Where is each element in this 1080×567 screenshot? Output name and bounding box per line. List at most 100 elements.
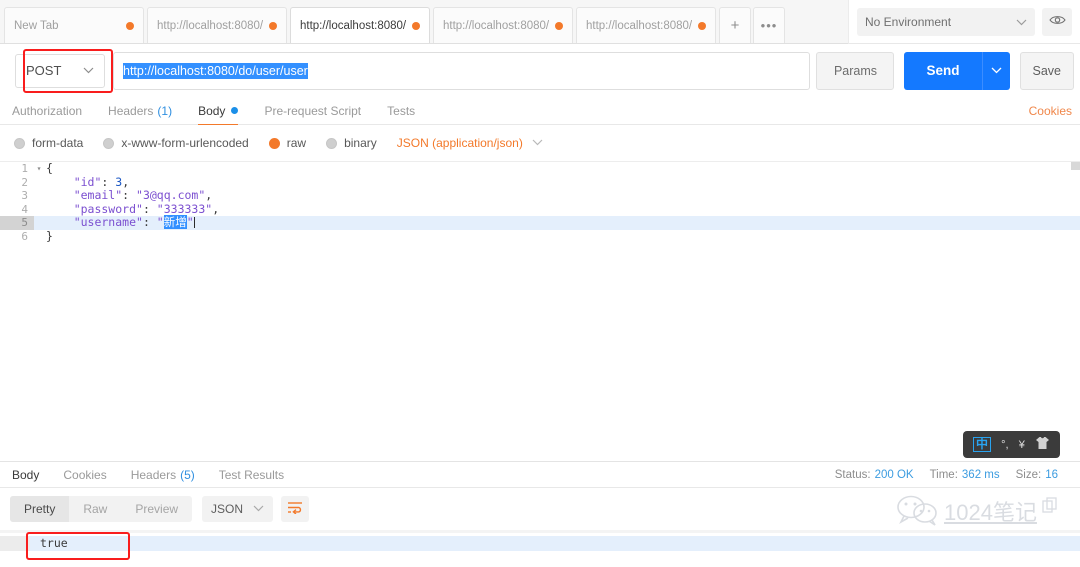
- radio-icon: [103, 137, 115, 149]
- tab-bar: New Tab http://localhost:8080/ http://lo…: [0, 0, 848, 44]
- ime-currency-toggle[interactable]: ¥: [1019, 439, 1025, 451]
- cookies-link[interactable]: Cookies: [1029, 104, 1072, 118]
- request-tab-3-active[interactable]: http://localhost:8080/: [290, 7, 430, 43]
- params-button[interactable]: Params: [816, 51, 895, 90]
- wrap-lines-button[interactable]: [281, 496, 310, 522]
- ellipsis-icon: •••: [760, 18, 778, 33]
- request-tab-label: http://localhost:8080/: [586, 19, 692, 32]
- request-tab-5[interactable]: http://localhost:8080/: [576, 7, 716, 43]
- line-number: 4: [0, 202, 34, 216]
- request-tab-label: http://localhost:8080/: [300, 19, 406, 32]
- tab-tests[interactable]: Tests: [387, 98, 415, 126]
- time-label: Time:: [929, 468, 958, 481]
- body-type-urlencoded[interactable]: x-www-form-urlencoded: [103, 136, 249, 150]
- line-number: 2: [0, 175, 34, 189]
- unsaved-dot-icon: [555, 21, 563, 30]
- view-mode-pretty[interactable]: Pretty: [10, 496, 70, 522]
- view-mode-label: Pretty: [24, 502, 56, 516]
- selected-value: 新增: [163, 215, 187, 229]
- tab-label: Test Results: [218, 467, 285, 482]
- view-mode-raw[interactable]: Raw: [69, 496, 121, 522]
- request-tab-1[interactable]: New Tab: [4, 7, 144, 43]
- request-tab-label: http://localhost:8080/: [443, 19, 549, 32]
- response-tab-cookies[interactable]: Cookies: [63, 462, 106, 490]
- tab-more-options-button[interactable]: •••: [753, 7, 785, 43]
- tab-body[interactable]: Body: [198, 98, 239, 126]
- fold-toggle-icon[interactable]: ▾: [34, 162, 44, 176]
- code-text: }: [46, 228, 53, 243]
- tab-label: Headers: [130, 467, 177, 482]
- radio-selected-icon: [268, 137, 280, 149]
- tab-label: Headers: [108, 103, 154, 118]
- ime-punctuation-toggle[interactable]: °,: [1001, 439, 1008, 451]
- params-label: Params: [833, 63, 878, 78]
- environment-quick-look-button[interactable]: [1042, 7, 1072, 36]
- status-label: Status:: [834, 468, 871, 481]
- environment-selected-label: No Environment: [865, 14, 952, 29]
- size-value: 16: [1045, 468, 1058, 481]
- request-tab-label: http://localhost:8080/: [157, 19, 263, 32]
- url-input[interactable]: http://localhost:8080/do/user/user: [113, 51, 811, 90]
- method-selector-wrapper: POST: [6, 48, 113, 94]
- environment-bar: No Environment: [848, 0, 1080, 44]
- code-line: 6 }: [0, 228, 1080, 244]
- request-tab-2[interactable]: http://localhost:8080/: [147, 7, 287, 43]
- body-type-row: form-data x-www-form-urlencoded raw bina…: [0, 125, 1080, 161]
- code-text: "email": "3@qq.com",: [46, 188, 213, 202]
- plus-icon: +: [730, 17, 740, 34]
- response-body-text: true: [40, 536, 68, 550]
- body-type-binary[interactable]: binary: [326, 136, 377, 150]
- url-row: POST http://localhost:8080/do/user/user …: [0, 44, 1080, 97]
- response-body-viewer[interactable]: true: [0, 530, 1080, 567]
- view-mode-label: Preview: [135, 502, 179, 516]
- new-tab-button[interactable]: +: [719, 7, 751, 43]
- tab-authorization[interactable]: Authorization: [12, 98, 82, 126]
- body-modified-dot-icon: [231, 107, 239, 114]
- line-number: 5: [0, 216, 34, 230]
- chevron-down-icon: [532, 137, 543, 149]
- tab-label: Body: [198, 103, 226, 118]
- chevron-down-icon: [991, 65, 1002, 77]
- send-label: Send: [926, 63, 960, 78]
- body-type-label: binary: [344, 136, 377, 150]
- environment-select[interactable]: No Environment: [857, 7, 1035, 36]
- radio-icon: [326, 137, 338, 149]
- response-tab-body[interactable]: Body: [12, 462, 40, 490]
- shirt-icon[interactable]: [1035, 436, 1050, 453]
- response-format-label: JSON: [211, 502, 244, 516]
- line-number: 1: [0, 162, 34, 176]
- code-text: {: [46, 161, 53, 175]
- response-tabs: Body Cookies Headers (5) Test Results St…: [0, 461, 1080, 490]
- code-line-active: 5 "username": "新增": [0, 215, 1080, 230]
- save-label: Save: [1032, 63, 1062, 78]
- send-button[interactable]: Send: [904, 51, 982, 90]
- ime-mode-chinese[interactable]: 中: [973, 437, 992, 452]
- time-value: 362 ms: [961, 468, 1000, 481]
- request-body-editor[interactable]: 1 ▾ { 2 "id": 3, 3 "email": "3@qq.com", …: [0, 161, 1080, 461]
- save-button[interactable]: Save: [1019, 51, 1074, 90]
- body-type-form-data[interactable]: form-data: [14, 136, 83, 150]
- response-headers-count: (5): [180, 467, 195, 482]
- response-tab-test-results[interactable]: Test Results: [219, 462, 284, 490]
- view-mode-preview[interactable]: Preview: [121, 496, 192, 522]
- response-meta: Status: 200 OK Time: 362 ms Size: 16: [835, 469, 1074, 481]
- http-method-label: POST: [26, 63, 62, 78]
- size-label: Size:: [1015, 468, 1042, 481]
- tab-headers[interactable]: Headers (1): [108, 98, 172, 126]
- code-text: "password": "333333",: [46, 201, 220, 216]
- content-type-select[interactable]: JSON (application/json): [397, 136, 543, 150]
- response-tab-headers[interactable]: Headers (5): [131, 462, 195, 490]
- tab-pre-request-script[interactable]: Pre-request Script: [264, 98, 361, 126]
- http-method-select[interactable]: POST: [15, 53, 105, 88]
- code-text: "id": 3,: [46, 174, 130, 189]
- request-tab-label: New Tab: [14, 19, 59, 32]
- body-type-raw[interactable]: raw: [268, 136, 306, 150]
- response-code-line: true: [0, 536, 1080, 551]
- ime-toolbar[interactable]: 中 °, ¥: [963, 431, 1060, 458]
- body-type-label: form-data: [32, 136, 84, 150]
- request-tab-4[interactable]: http://localhost:8080/: [433, 7, 573, 43]
- send-options-button[interactable]: [981, 51, 1010, 90]
- response-format-select[interactable]: JSON: [202, 496, 274, 522]
- eye-icon: [1048, 14, 1066, 29]
